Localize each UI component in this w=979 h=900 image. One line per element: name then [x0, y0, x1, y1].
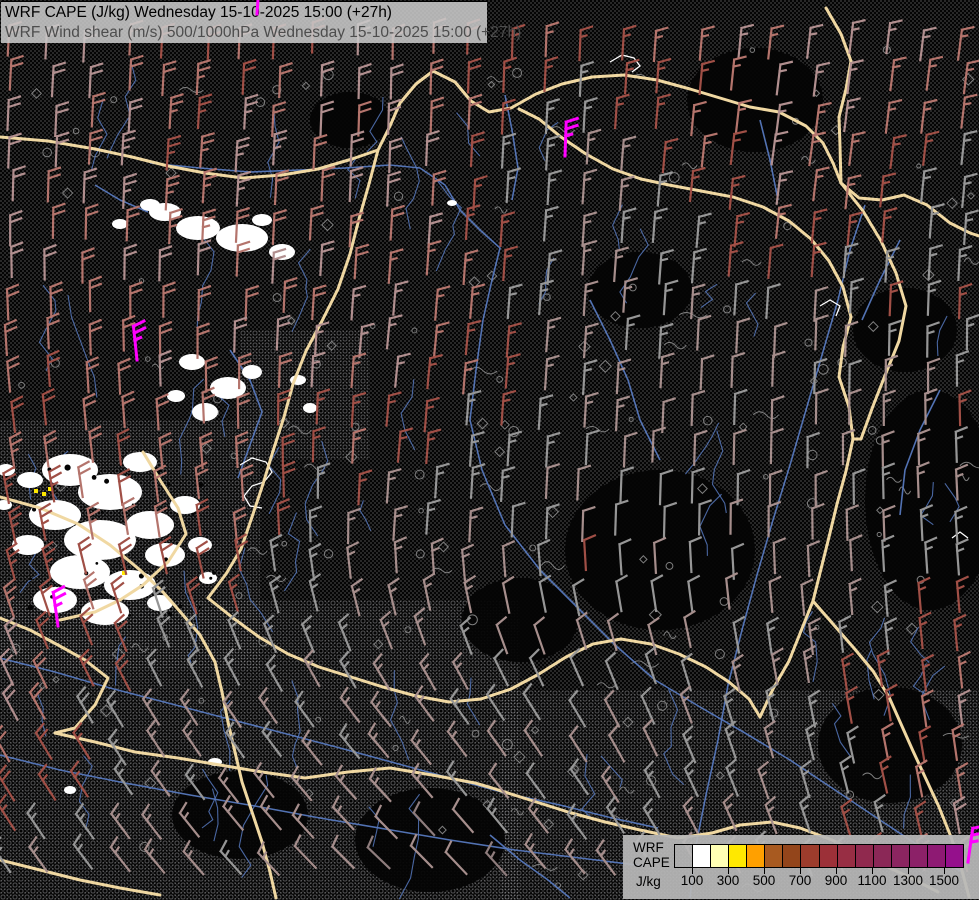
weather-map-canvas	[0, 0, 979, 900]
legend-tick-label: 1500	[929, 873, 959, 888]
legend-color-box-1	[693, 845, 711, 867]
legend-color-box-2	[711, 845, 729, 867]
legend-color-box-3	[729, 845, 747, 867]
legend-label-cape: CAPE	[633, 855, 670, 870]
legend-colorbar	[674, 844, 964, 868]
legend-color-box-0	[675, 845, 693, 867]
legend-color-box-13	[910, 845, 928, 867]
legend-color-box-9	[838, 845, 856, 867]
legend-color-box-4	[747, 845, 765, 867]
legend-color-box-7	[801, 845, 819, 867]
legend-tick-label: 100	[681, 873, 704, 888]
map-title-overlay: WRF CAPE (J/kg) Wednesday 15-10-2025 15:…	[1, 1, 487, 43]
title-windshear-line: WRF Wind shear (m/s) 500/1000hPa Wednesd…	[5, 23, 487, 43]
legend-tick-label: 700	[789, 873, 812, 888]
legend-tick-label: 500	[753, 873, 776, 888]
legend-label-unit: J/kg	[636, 874, 661, 889]
legend-color-box-12	[892, 845, 910, 867]
legend-color-box-5	[765, 845, 783, 867]
title-cape-line: WRF CAPE (J/kg) Wednesday 15-10-2025 15:…	[5, 3, 487, 23]
legend-color-box-14	[928, 845, 946, 867]
legend-tick-label: 1100	[857, 873, 886, 888]
legend-color-box-8	[820, 845, 838, 867]
cape-legend-panel: WRF CAPE J/kg 100 300 500 700 900 1100 1300 150…	[623, 835, 979, 899]
legend-color-box-10	[856, 845, 874, 867]
legend-color-box-11	[874, 845, 892, 867]
legend-tick-label: 900	[825, 873, 848, 888]
weather-map-screen: WRF CAPE (J/kg) Wednesday 15-10-2025 15:…	[0, 0, 979, 900]
legend-tick-label: 1300	[893, 873, 923, 888]
legend-tick-label: 300	[717, 873, 740, 888]
legend-color-box-15	[946, 845, 963, 867]
legend-label-wrf: WRF	[633, 840, 664, 855]
legend-color-box-6	[783, 845, 801, 867]
